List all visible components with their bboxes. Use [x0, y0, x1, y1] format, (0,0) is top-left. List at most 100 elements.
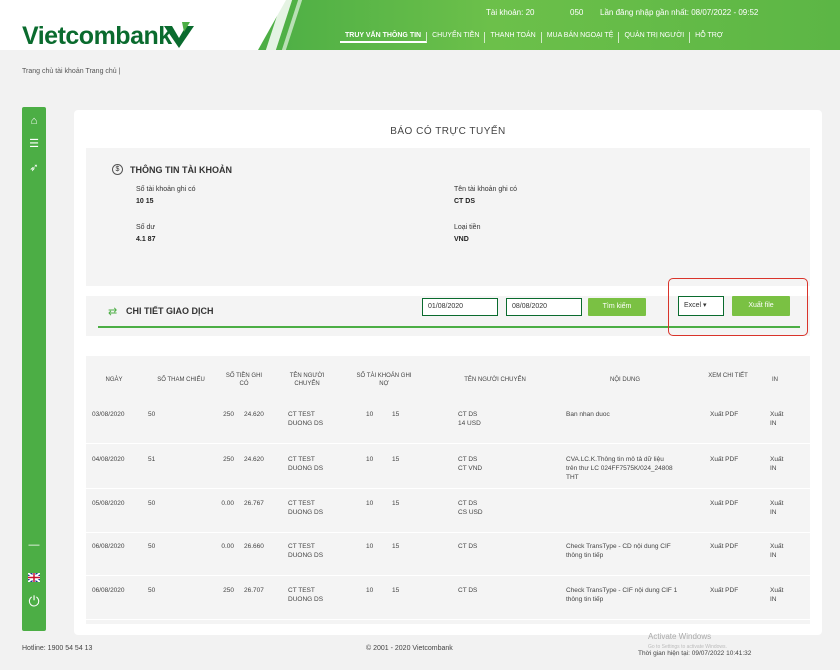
section-title-transactions: CHI TIẾT GIAO DỊCH: [126, 306, 214, 316]
field-label: Loại tiền: [454, 224, 481, 231]
table-cell: CVA.LC.K.Thông tin mô tả dữ liệu trên th…: [566, 456, 673, 481]
table-cell: CT TEST DUONG DS: [288, 543, 324, 559]
table-cell: 10: [366, 456, 374, 463]
nav-transfer[interactable]: CHUYỂN TIỀN: [427, 32, 486, 43]
col-header: SỐ TÀI KHOẢN GHI NỢ: [356, 373, 412, 387]
col-header: SỐ THAM CHIẾU: [157, 377, 205, 383]
vcb-logo-icon: [164, 22, 194, 48]
table-cell: CT DS CT VND: [458, 456, 483, 472]
send-icon[interactable]: ➶: [22, 161, 46, 174]
account-number: 10 15: [136, 198, 154, 205]
col-header: TÊN NGƯỜI CHUYỂN: [464, 377, 526, 383]
account-name: CT DS: [454, 198, 475, 205]
table-cell: 50: [148, 411, 156, 418]
field-label: Số dư: [136, 224, 156, 231]
breadcrumb[interactable]: Trang chủ tài khoản Trang chủ |: [22, 68, 120, 75]
sidebar: ⌂ ☰ ➶ — ⏻: [22, 107, 46, 631]
table-cell: 250: [223, 456, 234, 463]
hotline: Hotline: 1900 54 54 13: [22, 645, 93, 652]
balance: 4.1 87: [136, 236, 156, 243]
print-link[interactable]: Xuất IN: [770, 410, 794, 428]
brand-logo[interactable]: Vietcombank: [22, 22, 172, 51]
table-cell: CT TEST DUONG DS: [288, 456, 324, 472]
table-cell: CT DS 14 USD: [458, 411, 481, 427]
table-cell: 24.620: [244, 456, 264, 463]
nav-admin[interactable]: QUẢN TRỊ NGƯỜI: [619, 32, 691, 43]
nav-fx[interactable]: MUA BÁN NGOẠI TỆ: [542, 32, 620, 43]
table-cell: 0.00: [221, 500, 234, 507]
table-cell: 50: [148, 500, 156, 507]
export-pdf-link[interactable]: Xuất PDF: [710, 455, 750, 464]
table-cell: 04/08/2020: [92, 456, 125, 463]
table-cell: 15: [392, 411, 400, 418]
nav-support[interactable]: HỖ TRỢ: [690, 32, 728, 43]
col-header: SỐ TIỀN GHI CÓ: [225, 373, 263, 387]
table-cell: 50: [148, 543, 156, 550]
nav-inquiry[interactable]: TRUY VẤN THÔNG TIN: [340, 32, 428, 43]
print-link[interactable]: Xuất IN: [770, 542, 794, 560]
table-cell: 250: [223, 587, 234, 594]
table-cell: Check TransType - CD nội dung CIF thông …: [566, 543, 671, 559]
table-row: 05/08/2020 50 0.00 26.767 CT TEST DUONG DS 10…: [86, 489, 810, 533]
currency: VND: [454, 236, 469, 243]
table-cell: 26.660: [244, 543, 264, 550]
col-header: NGÀY: [105, 377, 123, 383]
from-date-input[interactable]: 01/08/2020: [422, 298, 498, 316]
export-pdf-link[interactable]: Xuất PDF: [710, 499, 750, 508]
main-nav: TRUY VẤN THÔNG TIN CHUYỂN TIỀN THANH TOÁ…: [340, 32, 728, 43]
to-date-input[interactable]: 08/08/2020: [506, 298, 582, 316]
export-pdf-link[interactable]: Xuất PDF: [710, 586, 750, 595]
table-row: 03/08/2020 50 250 24.620 CT TEST DUONG DS 10 1…: [86, 400, 810, 444]
table-cell: Check TransType - CIF nội dung CIF 1 thô…: [566, 587, 678, 603]
table-cell: 05/08/2020: [92, 500, 125, 507]
table-cell: CT DS CS USD: [458, 500, 483, 516]
flag-uk-icon[interactable]: [22, 572, 46, 585]
table-cell: 15: [392, 587, 400, 594]
table-cell: CT TEST DUONG DS: [288, 587, 324, 603]
export-pdf-link[interactable]: Xuất PDF: [710, 410, 750, 419]
transactions-table: NGÀY SỐ THAM CHIẾU SỐ TIỀN GHI CÓ TÊN NG…: [86, 356, 810, 624]
windows-watermark-sub: Go to Settings to activate Windows.: [648, 644, 727, 650]
table-cell: CT DS: [458, 587, 478, 594]
main-panel: BÁO CÓ TRỰC TUYẾN $ THÔNG TIN TÀI KHOẢN …: [74, 110, 822, 635]
account-info-section: $ THÔNG TIN TÀI KHOẢN Số tài khoản ghi c…: [86, 148, 810, 286]
windows-watermark: Activate Windows: [648, 632, 712, 641]
table-cell: Ban nhan duoc: [566, 411, 610, 418]
list-icon[interactable]: ☰: [22, 137, 46, 150]
col-header: TÊN NGƯỜI CHUYỂN: [289, 373, 325, 387]
table-cell: 15: [392, 456, 400, 463]
power-icon[interactable]: ⏻: [22, 593, 46, 610]
table-row: 06/08/2020 50 250 26.707 CT TEST DUONG DS 10 1…: [86, 576, 810, 620]
col-header: NỘI DUNG: [610, 377, 640, 383]
field-label: Số tài khoản ghi có: [136, 186, 196, 193]
col-header: IN: [772, 377, 778, 383]
print-link[interactable]: Xuất IN: [770, 586, 794, 604]
table-cell: 10: [366, 543, 374, 550]
transfer-icon: ⇄: [108, 306, 118, 318]
table-cell: CT DS: [458, 543, 478, 550]
print-link[interactable]: Xuất IN: [770, 455, 794, 473]
home-icon[interactable]: ⌂: [22, 115, 46, 127]
dollar-circle-icon: $: [112, 164, 123, 175]
table-cell: 250: [223, 411, 234, 418]
copyright: © 2001 - 2020 Vietcombank: [366, 645, 453, 652]
table-row: 04/08/2020 51 250 24.620 CT TEST DUONG DS 10 1…: [86, 445, 810, 489]
nav-payment[interactable]: THANH TOÁN: [485, 32, 542, 43]
session-time: Thời gian hiện tại: 09/07/2022 10:41:32: [638, 650, 752, 657]
field-label: Tên tài khoản ghi có: [454, 186, 518, 193]
top-bar: Vietcombank Tài khoản: 20 050 Lần đăng n…: [0, 0, 840, 50]
table-cell: 03/08/2020: [92, 411, 125, 418]
table-cell: CT TEST DUONG DS: [288, 411, 324, 427]
export-pdf-link[interactable]: Xuất PDF: [710, 542, 750, 551]
highlight-box: [668, 278, 808, 336]
section-title-account: THÔNG TIN TÀI KHOẢN: [130, 165, 232, 175]
table-cell: 10: [366, 500, 374, 507]
print-link[interactable]: Xuất IN: [770, 499, 794, 517]
table-cell: 0.00: [221, 543, 234, 550]
search-button[interactable]: Tìm kiếm: [588, 298, 646, 316]
minus-icon[interactable]: —: [22, 539, 46, 551]
table-cell: 15: [392, 500, 400, 507]
table-cell: 10: [366, 411, 374, 418]
table-cell: 10: [366, 587, 374, 594]
table-cell: 26.707: [244, 587, 264, 594]
